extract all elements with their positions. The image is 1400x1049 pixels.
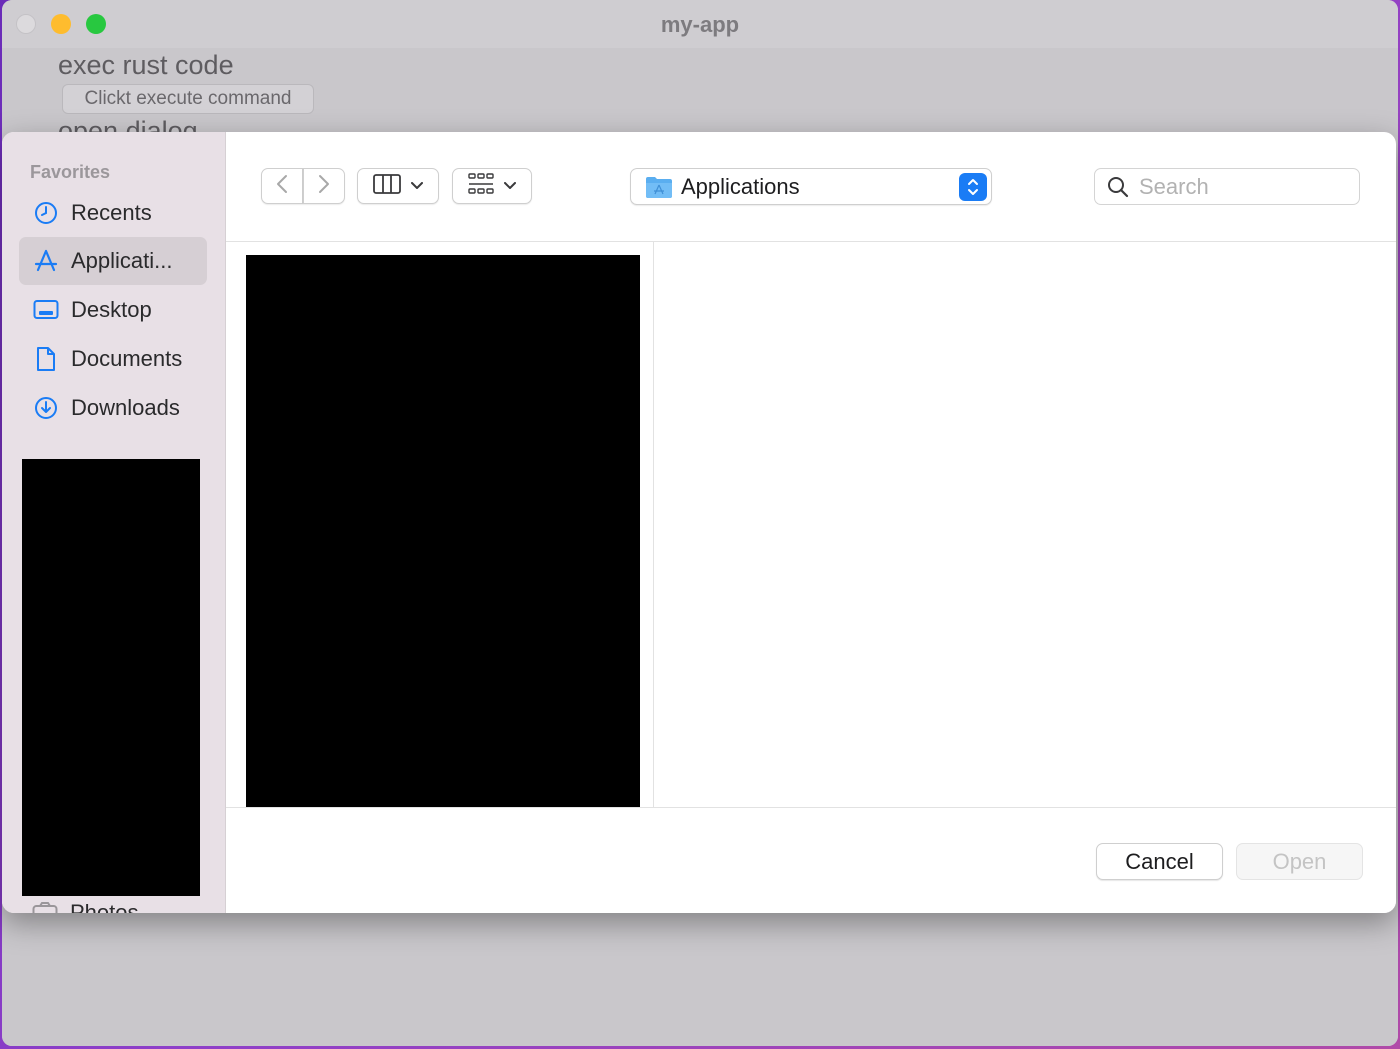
dialog-toolbar: Applications [226,132,1396,242]
app-heading-open-dialog: open dialog [58,116,198,132]
location-label: Applications [681,174,800,199]
open-button[interactable]: Open [1236,843,1363,880]
camera-icon [32,902,58,913]
window-title: my-app [660,12,740,37]
up-down-chevron-icon [959,173,987,201]
sidebar-item-downloads[interactable]: Downloads [19,384,207,432]
sidebar-item-label: Applicati... [71,248,173,273]
dialog-sidebar: Favorites Recents Applicati... Desktop D… [2,132,226,913]
redacted-sidebar-region [22,459,200,896]
clock-icon [33,200,59,226]
app-store-icon [33,248,59,274]
chevron-down-icon [504,177,516,195]
download-icon [33,395,59,421]
chevron-right-icon [318,174,330,199]
chevron-down-icon [411,177,423,195]
back-button[interactable] [261,168,303,204]
sidebar-item-desktop[interactable]: Desktop [19,286,207,334]
search-field[interactable] [1094,168,1360,205]
sidebar-item-photos[interactable]: Photos [32,902,152,913]
sidebar-item-documents[interactable]: Documents [19,335,207,383]
favorites-section-label: Favorites [30,162,111,182]
app-heading: exec rust code [58,50,234,80]
search-icon [1107,176,1129,203]
dialog-footer: Cancel Open [226,807,1396,913]
redacted-file-list [246,255,640,809]
columns-view-icon [373,173,401,199]
document-icon [33,346,59,372]
sidebar-item-label: Desktop [71,297,152,322]
sidebar-item-label: Documents [71,346,183,371]
view-mode-button[interactable] [357,168,439,204]
grid-icon [468,172,494,200]
group-by-button[interactable] [452,168,532,204]
sidebar-item-label: Photos [70,902,139,913]
chevron-left-icon [276,174,288,199]
execute-command-button[interactable]: Clickt execute command [62,84,314,114]
file-column-2[interactable] [655,242,1396,808]
forward-button[interactable] [303,168,345,204]
sidebar-item-recents[interactable]: Recents [19,189,207,237]
sidebar-item-label: Recents [71,200,152,225]
cancel-button[interactable]: Cancel [1096,843,1223,880]
file-browser [226,242,1396,809]
open-file-dialog: Favorites Recents Applicati... Desktop D… [2,132,1396,913]
sidebar-item-label: Downloads [71,395,180,420]
title-bar[interactable]: my-app [2,0,1398,48]
location-popup[interactable]: Applications [630,168,992,205]
desktop-icon [33,297,59,323]
search-input[interactable] [1139,173,1349,201]
sidebar-item-applications[interactable]: Applicati... [19,237,207,285]
folder-icon [645,175,673,204]
file-column-1[interactable] [226,242,654,809]
